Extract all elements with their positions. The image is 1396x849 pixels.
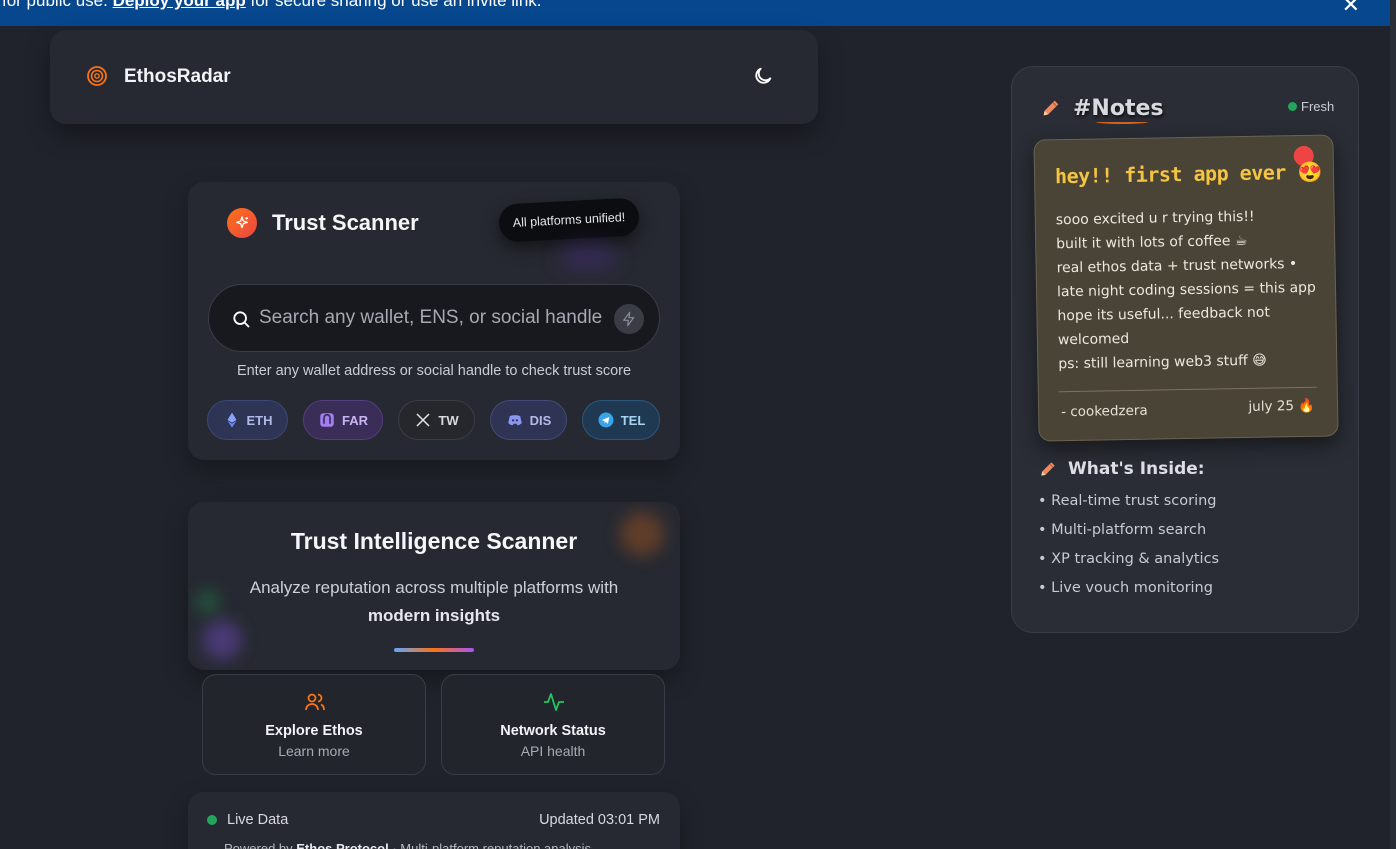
list-item: • XP tracking & analytics [1038,551,1220,567]
intel-description: Analyze reputation across multiple platf… [228,574,640,630]
updated-time: Updated 03:01 PM [539,812,660,828]
mini-card-subtitle: API health [520,743,586,759]
mini-card-title: Explore Ethos [265,723,363,739]
gradient-divider [394,648,474,652]
sticky-line: ps: still learning web3 stuff 😅 [1058,352,1267,373]
intel-desc-text: Analyze reputation across multiple platf… [249,578,619,597]
platform-eth-button[interactable]: ETH [207,400,288,440]
farcaster-icon [320,413,334,427]
network-status-card[interactable]: Network Status API health [441,674,665,775]
notes-panel: #Notes Fresh hey!! first app ever 😍 sooo… [1011,66,1359,633]
decorative-blob [196,590,220,614]
sticky-line: late night coding sessions = this app [1056,279,1316,301]
notes-title-underline [1096,120,1148,124]
notes-title: #Notes [1073,96,1164,121]
platform-filters: ETH FAR TW DIS TEL [207,400,663,442]
fresh-indicator [1288,102,1297,111]
scanner-title: Trust Scanner [272,210,419,235]
sticky-title: hey!! first app ever 😍 [1054,159,1322,189]
moon-icon[interactable] [752,65,774,87]
live-label: Live Data [227,812,289,828]
intel-desc-bold: modern insights [367,606,501,625]
intel-title: Trust Intelligence Scanner [290,528,578,554]
list-item: • Live vouch monitoring [1038,580,1213,596]
trust-scanner-card: Trust Scanner All platforms unified! Ent… [188,182,680,460]
banner-prefix: for public use. [2,0,113,10]
pencil-icon [1043,100,1059,116]
scrollbar[interactable] [1390,0,1396,849]
sticky-body: sooo excited u r trying this!! built it … [1056,204,1325,377]
intelligence-card: Trust Intelligence Scanner Analyze reput… [188,502,680,670]
radar-target-icon [87,66,107,86]
lightning-icon [623,311,635,327]
whats-inside-title: What's Inside: [1068,459,1205,479]
platform-label: TEL [620,412,646,428]
decorative-glow [558,242,618,272]
powered-link[interactable]: Ethos Protocol [296,841,388,849]
x-logo-icon [416,413,430,427]
ethereum-icon [227,412,236,428]
unified-badge: All platforms unified! [498,197,640,243]
quick-search-button[interactable] [614,304,644,334]
sticky-signature: - cookedzera [1061,402,1148,421]
list-item: • Real-time trust scoring [1038,493,1217,509]
mini-card-title: Network Status [500,723,606,739]
platform-label: FAR [342,412,368,428]
platform-tel-button[interactable]: TEL [582,400,660,440]
platform-tw-button[interactable]: TW [398,400,475,440]
powered-by: Powered by Ethos Protocol · Multi-platfo… [224,841,591,849]
app-name[interactable]: EthosRadar [124,66,231,88]
sticky-line: hope its useful... feedback not welcomed [1057,304,1271,349]
sticky-note: hey!! first app ever 😍 sooo excited u r … [1033,134,1339,442]
live-data-card: Live Data Updated 03:01 PM Powered by Et… [188,792,680,849]
platform-label: ETH [246,412,273,428]
discord-icon [507,415,522,426]
banner-close-icon[interactable]: ✕ [1342,0,1360,18]
search-input[interactable] [259,301,604,335]
users-icon [305,693,325,711]
explore-ethos-card[interactable]: Explore Ethos Learn more [202,674,426,775]
mini-card-subtitle: Learn more [278,743,350,759]
deploy-app-link[interactable]: Deploy your app [113,0,246,10]
platform-far-button[interactable]: FAR [303,400,383,440]
banner-suffix: for secure sharing or use an invite link… [245,0,542,10]
sparkles-icon [227,208,257,238]
telegram-icon [598,412,614,428]
platform-label: DIS [529,412,552,428]
platform-label: TW [438,412,459,428]
search-hint: Enter any wallet address or social handl… [236,363,632,379]
deploy-banner: for public use. Deploy your app for secu… [0,0,1390,26]
live-indicator [207,815,217,825]
powered-suffix: · Multi-platform reputation analysis [388,841,592,849]
sticky-date: july 25 🔥 [1248,397,1316,415]
sticky-divider [1058,386,1317,393]
whats-inside-list: • Real-time trust scoring • Multi-platfo… [1038,493,1219,609]
activity-icon [544,693,564,711]
platform-dis-button[interactable]: DIS [490,400,567,440]
banner-text: for public use. Deploy your app for secu… [2,0,542,11]
pencil-icon [1041,462,1055,476]
app-header: EthosRadar [50,30,818,124]
search-icon [233,311,250,328]
search-box[interactable] [208,284,660,352]
fresh-label: Fresh [1301,99,1335,114]
powered-prefix: Powered by [224,841,297,849]
list-item: • Multi-platform search [1038,522,1207,538]
